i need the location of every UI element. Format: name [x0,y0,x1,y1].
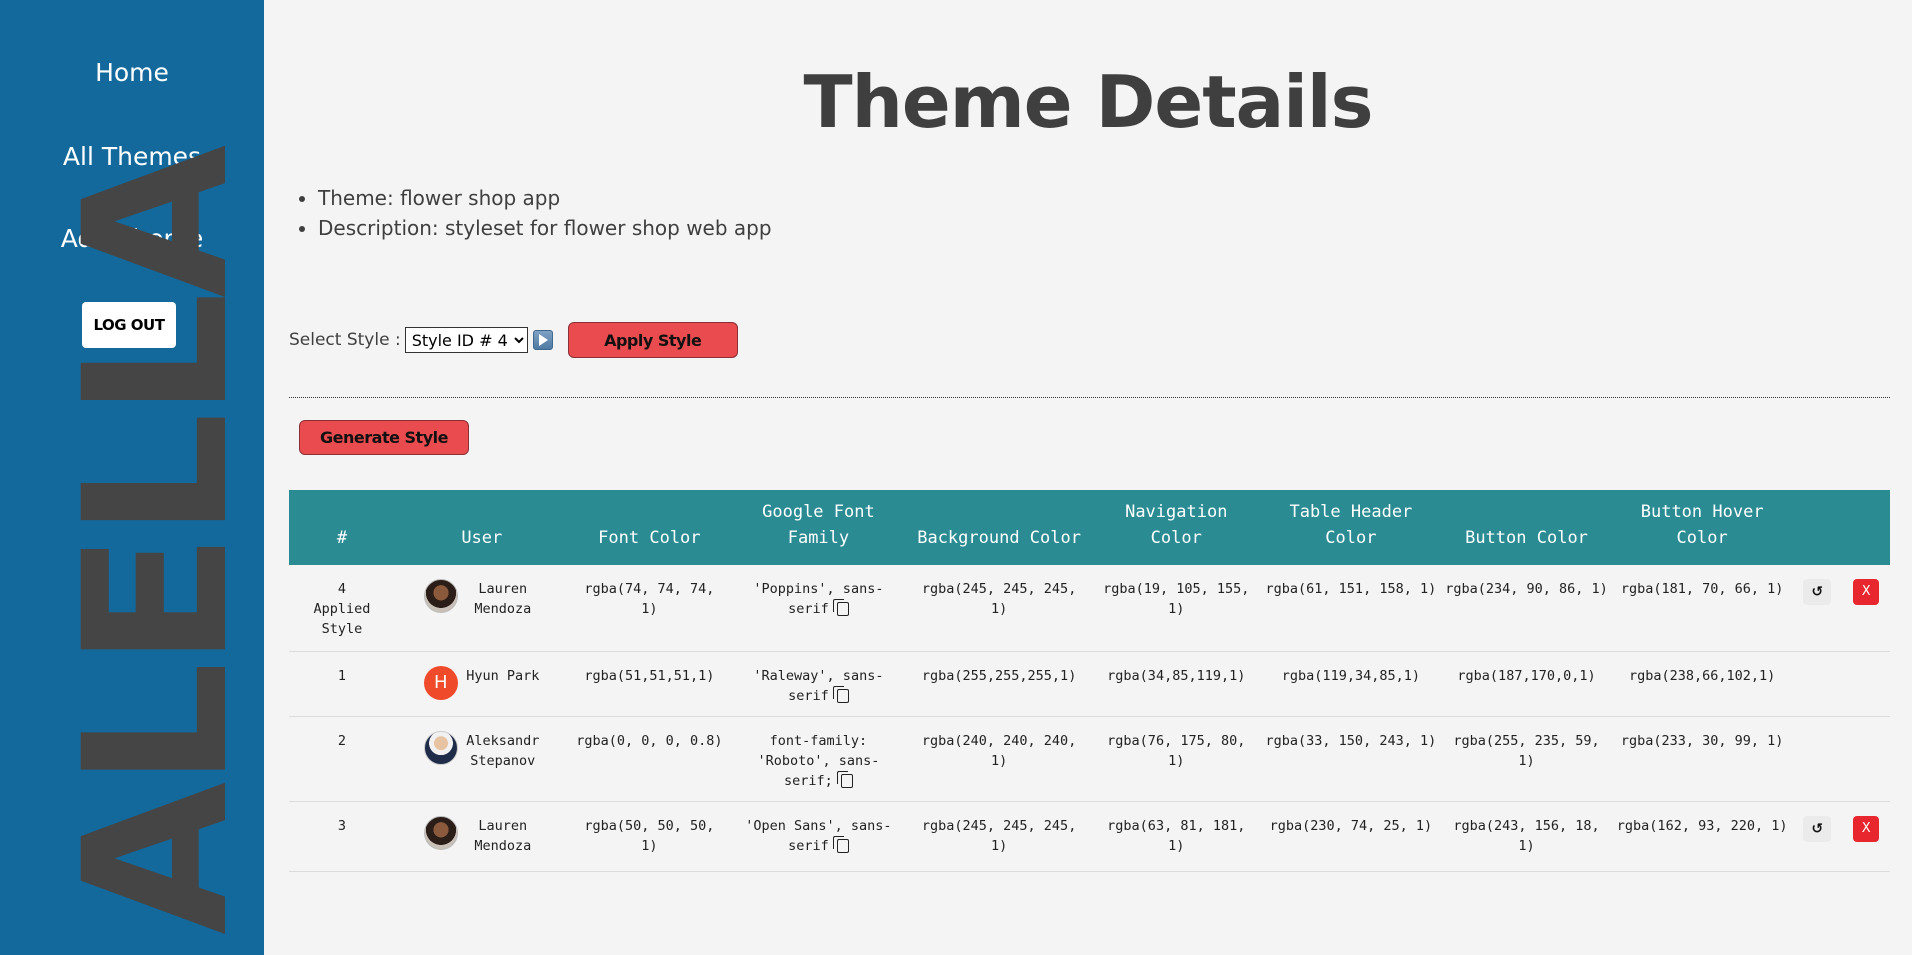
cell-delete: X [1842,801,1890,872]
cell-reset [1791,716,1843,802]
cell-font-color: rgba(51,51,51,1) [568,651,731,717]
cell-button-hover-color: rgba(181, 70, 66, 1) [1612,565,1792,652]
cell-reset: ↺ [1791,801,1843,872]
cell-font-color: rgba(74, 74, 74, 1) [568,565,731,652]
table-row: 1 H Hyun Park rgba(51,51,51,1) 'Raleway',… [289,651,1890,717]
delete-button[interactable]: X [1853,579,1880,605]
cell-user: Aleksandr Stepanov [394,716,569,802]
header-delete [1842,490,1890,565]
style-select[interactable]: Style ID # 4 [404,327,528,353]
cell-table-header-color: rgba(61, 151, 158, 1) [1261,565,1441,652]
theme-name: Theme: flower shop app [318,186,772,210]
copy-icon[interactable] [836,770,853,788]
cell-user: H Hyun Park [394,651,569,717]
header-font-family: Google Font Family [762,502,875,548]
copy-icon[interactable] [832,599,849,616]
cell-id: 3 [289,801,395,872]
table-row: 3 Lauren Mendoza rgba(50, 50, 50, 1) 'Op… [289,801,1890,872]
header-table-header-color: Table Header Color [1289,502,1413,548]
reset-icon[interactable]: ↺ [1803,579,1832,605]
cell-background-color: rgba(245, 245, 245, 1) [906,801,1092,872]
cell-font-color: rgba(0, 0, 0, 0.8) [568,716,731,802]
cell-navigation-color: rgba(19, 105, 155, 1) [1091,565,1262,652]
brand-logo-text: ALELLA [41,150,264,935]
cell-button-color: rgba(255, 235, 59, 1) [1440,716,1613,802]
apply-style-button[interactable]: Apply Style [567,322,738,358]
cell-delete [1842,651,1890,717]
cell-background-color: rgba(255,255,255,1) [906,651,1092,717]
header-reset [1792,490,1842,565]
cell-font-family: 'Raleway', sans-serif [730,651,907,717]
cell-font-color: rgba(50, 50, 50, 1) [568,801,731,872]
applied-style-note: Applied Style [313,601,371,637]
play-icon[interactable] [532,330,553,350]
cell-table-header-color: rgba(230, 74, 25, 1) [1261,801,1441,872]
cell-id: 1 [289,651,395,717]
cell-button-hover-color: rgba(233, 30, 99, 1) [1612,716,1792,802]
cell-reset: ↺ [1791,565,1843,652]
cell-font-family: 'Poppins', sans-serif [730,565,907,652]
cell-delete [1842,716,1890,802]
header-background-color: Background Color [917,528,1081,548]
theme-details-list: Theme: flower shop app Description: styl… [318,186,772,246]
table-row: 2 Aleksandr Stepanov rgba(0, 0, 0, 0.8) … [289,716,1890,802]
table-header-row: # User Font Color Google Font Family Bac… [289,490,1890,565]
cell-id: 4 Applied Style [289,565,395,652]
cell-table-header-color: rgba(33, 150, 243, 1) [1261,716,1441,802]
cell-button-hover-color: rgba(162, 93, 220, 1) [1612,801,1792,872]
theme-description: Description: styleset for flower shop we… [318,216,772,240]
cell-background-color: rgba(245, 245, 245, 1) [906,565,1092,652]
avatar [423,815,458,850]
cell-id: 2 [289,716,395,802]
cell-font-family: font-family: 'Roboto', sans-serif; [730,716,907,802]
reset-icon[interactable]: ↺ [1803,815,1832,842]
main-content: Theme Details Theme: flower shop app Des… [264,0,1912,955]
cell-font-family: 'Open Sans', sans-serif [730,801,907,872]
generate-style-button[interactable]: Generate Style [299,420,469,455]
sidebar: Home All Themes Add Theme LOG OUT ALELLA [0,0,264,955]
header-id: # [336,528,348,548]
cell-button-color: rgba(243, 156, 18, 1) [1440,801,1613,872]
cell-user: Lauren Mendoza [394,801,569,872]
cell-user: Lauren Mendoza [394,565,569,652]
copy-icon[interactable] [832,835,849,853]
cell-delete: X [1842,565,1890,652]
style-select-row: Select Style : Style ID # 4 Apply Style [289,322,738,358]
cell-table-header-color: rgba(119,34,85,1) [1261,651,1441,717]
cell-background-color: rgba(240, 240, 240, 1) [906,716,1092,802]
delete-button[interactable]: X [1853,815,1880,842]
cell-button-hover-color: rgba(238,66,102,1) [1612,651,1792,717]
table-row: 4 Applied Style Lauren Mendoza rgba(74, 7… [289,565,1890,652]
header-button-hover-color: Button Hover Color [1640,502,1764,548]
header-navigation-color: Navigation Color [1125,502,1228,548]
avatar [423,579,458,613]
cell-navigation-color: rgba(63, 81, 181, 1) [1091,801,1262,872]
nav-home-link[interactable]: Home [0,58,264,87]
cell-button-color: rgba(187,170,0,1) [1440,651,1613,717]
cell-navigation-color: rgba(34,85,119,1) [1091,651,1262,717]
styles-table: # User Font Color Google Font Family Bac… [289,490,1890,872]
divider [289,397,1890,398]
cell-reset [1791,651,1843,717]
header-button-color: Button Color [1465,528,1588,548]
copy-icon[interactable] [832,685,849,703]
header-font-color: Font Color [598,528,701,548]
page-title: Theme Details [803,60,1374,144]
avatar: H [423,665,458,700]
cell-button-color: rgba(234, 90, 86, 1) [1440,565,1613,652]
cell-navigation-color: rgba(76, 175, 80, 1) [1091,716,1262,802]
avatar [423,730,458,765]
select-style-label: Select Style : [289,330,401,350]
header-user: User [461,528,503,548]
